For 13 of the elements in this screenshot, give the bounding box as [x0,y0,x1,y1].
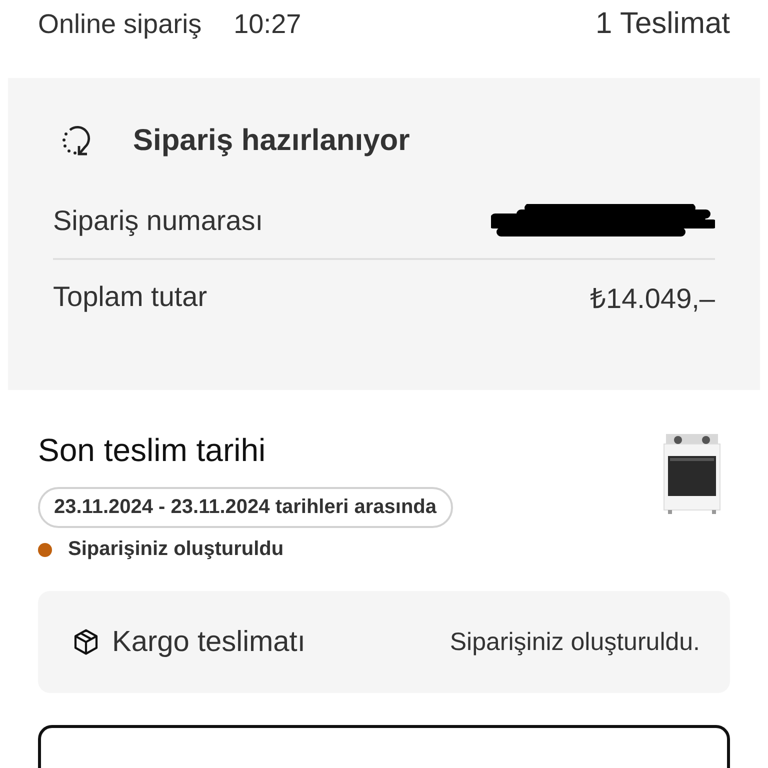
status-text: Siparişiniz oluşturuldu [68,538,284,561]
order-time: 10:27 [234,8,302,40]
row-label: Toplam tutar [53,281,208,313]
box-icon [72,628,100,656]
date-range-badge: 23.11.2024 - 23.11.2024 tarihleri arasında [38,487,452,528]
row-label: Sipariş numarası [53,205,264,237]
method-status: Siparişiniz oluşturuldu. [450,628,700,656]
method-label: Kargo teslimatı [112,626,306,658]
section-title: Son teslim tarihi [38,432,266,469]
row-value: ₺14.049,– [590,282,715,316]
delivery-count: 1 Teslimat [595,7,730,41]
order-channel: Online sipariş [38,8,202,40]
order-status: Sipariş hazırlanıyor [133,124,410,158]
